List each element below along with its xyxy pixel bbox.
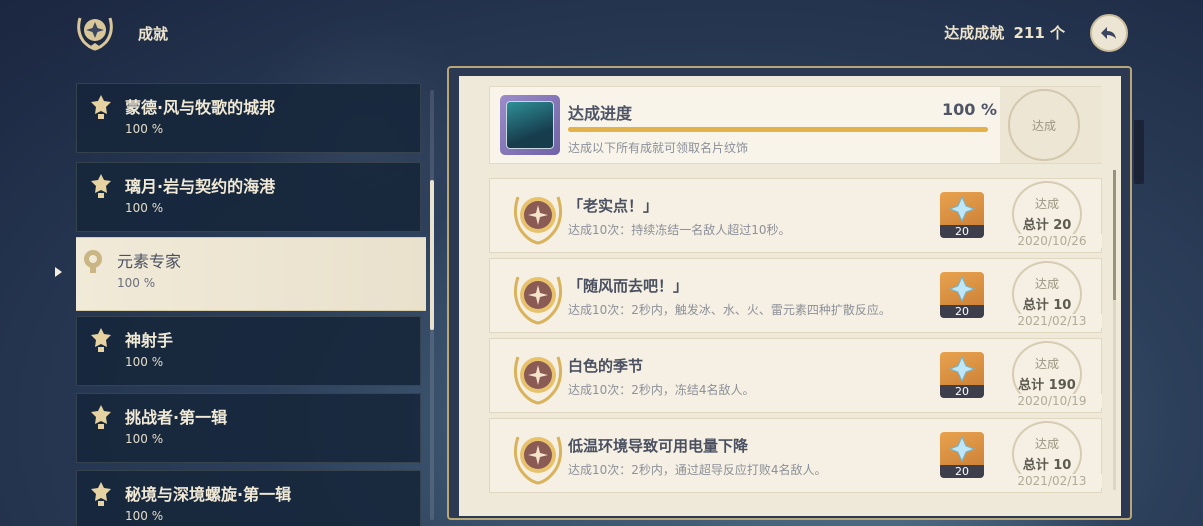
achievement-medal-icon: [513, 436, 563, 485]
achievement-count: 达成成就 211 个: [940, 22, 1065, 43]
category-percent: 100 %: [125, 122, 164, 136]
top-bar: 成就 达成成就 211 个: [0, 0, 1203, 64]
achievement-scrollbar-thumb[interactable]: [1113, 170, 1116, 300]
category-name: 元素专家: [117, 252, 182, 271]
primogem-icon: [949, 196, 975, 222]
category-badge-icon: [91, 405, 111, 429]
achievement-row: 低温环境导致可用电量下降 达成10次：2秒内，通过超导反应打败4名敌人。 20 …: [489, 418, 1102, 493]
reward-quantity: 20: [940, 305, 984, 318]
progress-title: 达成进度: [568, 104, 633, 123]
achievement-row: 「随风而去吧！」 达成10次：2秒内，触发冰、水、火、雷元素四种扩散反应。 20…: [489, 258, 1102, 333]
achievement-count-label: 达成成就: [944, 24, 1005, 42]
status-total: 总计 10: [1022, 298, 1072, 313]
achievement-description: 达成10次：2秒内，触发冰、水、火、雷元素四种扩散反应。: [568, 303, 891, 317]
category-badge-icon: [91, 95, 111, 119]
category-item-liyue[interactable]: 璃月·岩与契约的海港 100 %: [76, 162, 421, 232]
category-item-challenger[interactable]: 挑战者·第一辑 100 %: [76, 393, 421, 463]
achievement-status: 达成 总计 190 2020/10/19: [1002, 339, 1102, 412]
achievement-row: 「老实点！」 达成10次：持续冻结一名敌人超过10秒。 20 达成 总计 20 …: [489, 178, 1102, 253]
completion-date: 2020/10/19: [1002, 394, 1102, 408]
category-name: 蒙德·风与牧歌的城邦: [125, 98, 276, 117]
primogem-reward[interactable]: 20: [940, 272, 984, 318]
primogem-icon: [949, 436, 975, 462]
category-item-domains-spiral-abyss[interactable]: 秘境与深境螺旋·第一辑 100 %: [76, 470, 421, 526]
primogem-icon: [949, 276, 975, 302]
page-title: 成就: [138, 25, 169, 43]
category-item-marksman[interactable]: 神射手 100 %: [76, 316, 421, 386]
category-badge-icon: [91, 174, 111, 198]
achievement-status: 达成 总计 20 2020/10/26: [1002, 179, 1102, 252]
reward-quantity: 20: [940, 225, 984, 238]
status-total: 总计 10: [1022, 458, 1072, 473]
progress-status-text: 达成: [1031, 118, 1056, 133]
category-name: 神射手: [125, 331, 174, 350]
primogem-reward[interactable]: 20: [940, 192, 984, 238]
achievement-medal-icon: [513, 196, 563, 245]
achievement-description: 达成10次：持续冻结一名敌人超过10秒。: [568, 223, 791, 237]
status-total: 总计 190: [1018, 378, 1076, 393]
category-percent: 100 %: [125, 355, 164, 369]
achievement-scrollbar[interactable]: [1113, 170, 1116, 490]
category-percent: 100 %: [117, 276, 156, 290]
back-arrow-icon: [1101, 27, 1116, 39]
progress-status: 达成: [1000, 87, 1102, 163]
achievement-title: 「老实点！」: [568, 197, 659, 215]
reward-quantity: 20: [940, 385, 984, 398]
achievement-count-value: 211 个: [1013, 24, 1065, 42]
progress-bar-fill: [568, 127, 988, 132]
achievement-status: 达成 总计 10 2021/02/13: [1002, 419, 1102, 492]
category-list: 蒙德·风与牧歌的城邦 100 % 璃月·岩与契约的海港 100 % 元素专家 1…: [76, 83, 426, 526]
achievement-list: 「老实点！」 达成10次：持续冻结一名敌人超过10秒。 20 达成 总计 20 …: [459, 178, 1121, 516]
achievement-row: 白色的季节 达成10次：2秒内，冻结4名敌人。 20 达成 总计 190 202…: [489, 338, 1102, 413]
primogem-reward[interactable]: 20: [940, 352, 984, 398]
achievement-description: 达成10次：2秒内，通过超导反应打败4名敌人。: [568, 463, 827, 477]
back-button[interactable]: [1090, 14, 1128, 52]
category-scrollbar-thumb[interactable]: [430, 180, 434, 330]
achievement-title: 白色的季节: [568, 357, 644, 375]
progress-description: 达成以下所有成就可领取名片纹饰: [568, 141, 749, 155]
category-percent: 100 %: [125, 432, 164, 446]
progress-percent: 100 %: [942, 100, 997, 119]
completion-date: 2020/10/26: [1002, 234, 1102, 248]
achievement-emblem-icon: [72, 8, 118, 54]
status-done: 达成: [1034, 437, 1059, 451]
category-scrollbar[interactable]: [430, 90, 434, 520]
status-total: 总计 20: [1022, 218, 1072, 233]
category-name: 璃月·岩与契约的海港: [125, 177, 276, 196]
completion-date: 2021/02/13: [1002, 474, 1102, 488]
progress-card: 达成进度 100 % 达成以下所有成就可领取名片纹饰 达成: [489, 86, 1102, 164]
achievement-medal-icon: [513, 356, 563, 405]
category-item-mondstadt[interactable]: 蒙德·风与牧歌的城邦 100 %: [76, 83, 421, 153]
status-done: 达成: [1034, 357, 1059, 371]
panel-edge-tab: [1134, 120, 1144, 184]
achievement-description: 达成10次：2秒内，冻结4名敌人。: [568, 383, 755, 397]
completed-seal-icon: 达成: [1008, 89, 1080, 161]
achievement-medal-icon: [513, 276, 563, 325]
namecard-reward-icon[interactable]: [500, 95, 560, 155]
achievement-title: 低温环境导致可用电量下降: [568, 437, 749, 455]
primogem-reward[interactable]: 20: [940, 432, 984, 478]
status-done: 达成: [1034, 277, 1059, 291]
selected-indicator-icon: [55, 267, 62, 277]
category-item-elemental-specialist[interactable]: 元素专家 100 %: [76, 237, 426, 311]
category-name: 秘境与深境螺旋·第一辑: [125, 485, 292, 504]
achievement-panel: 达成进度 100 % 达成以下所有成就可领取名片纹饰 达成 「老实点！」 达成1…: [459, 76, 1121, 516]
achievement-title: 「随风而去吧！」: [568, 277, 689, 295]
primogem-icon: [949, 356, 975, 382]
category-name: 挑战者·第一辑: [125, 408, 228, 427]
progress-bar: [568, 127, 988, 132]
category-badge-icon: [91, 482, 111, 506]
category-percent: 100 %: [125, 509, 164, 523]
completion-date: 2021/02/13: [1002, 314, 1102, 328]
status-done: 达成: [1034, 197, 1059, 211]
achievement-status: 达成 总计 10 2021/02/13: [1002, 259, 1102, 332]
category-badge-icon: [84, 250, 102, 273]
category-badge-icon: [91, 328, 111, 352]
category-percent: 100 %: [125, 201, 164, 215]
reward-quantity: 20: [940, 465, 984, 478]
